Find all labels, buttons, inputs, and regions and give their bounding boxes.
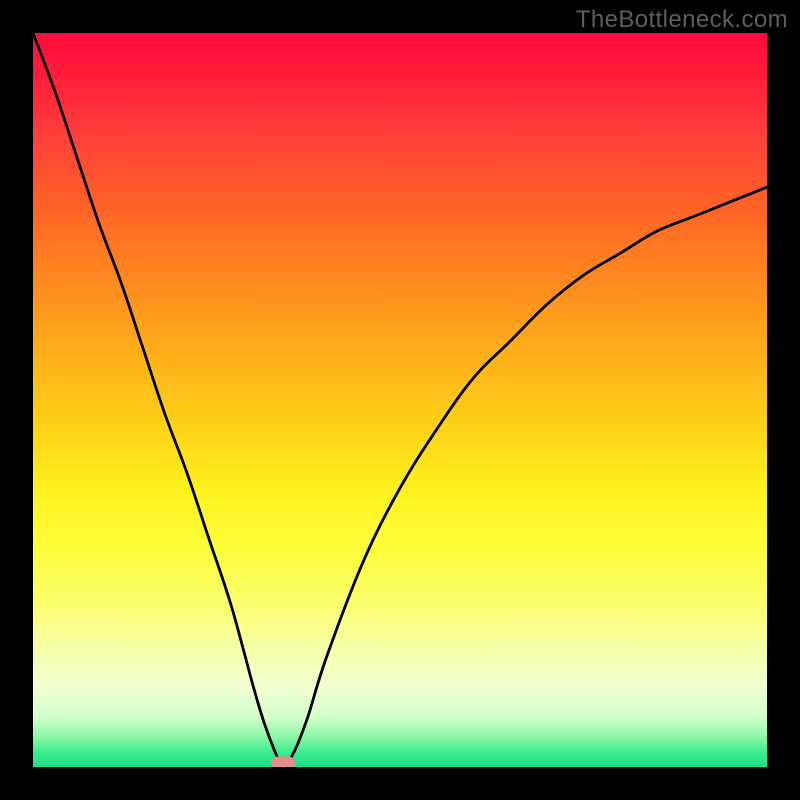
- plot-area: [33, 33, 767, 767]
- optimal-point-marker: [271, 757, 295, 767]
- bottleneck-curve: [33, 33, 767, 767]
- chart-frame: TheBottleneck.com: [0, 0, 800, 800]
- watermark-text: TheBottleneck.com: [576, 6, 788, 34]
- curve-path: [33, 33, 767, 767]
